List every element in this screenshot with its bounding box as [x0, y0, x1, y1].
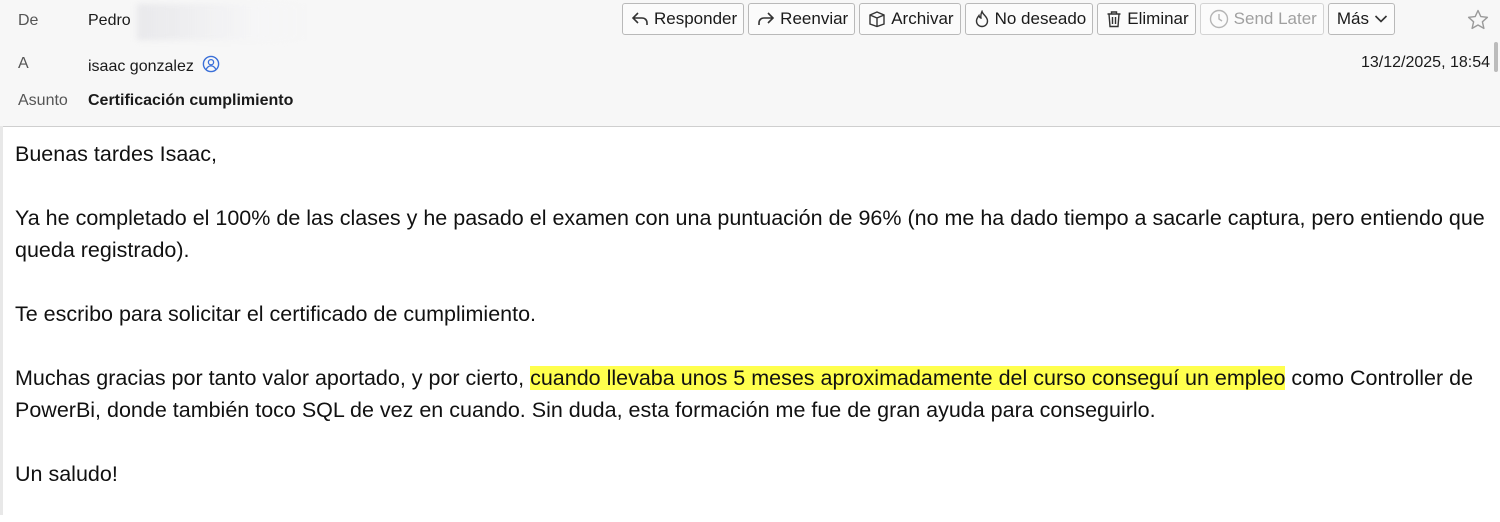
send-later-button[interactable]: Send Later: [1199, 3, 1324, 35]
paragraph-3-start: Muchas gracias por tanto valor aportado,…: [15, 366, 531, 390]
junk-label: No deseado: [994, 9, 1087, 28]
reply-icon: [631, 12, 648, 25]
message-header: De Pedro A isaac gonzalez Asunto Certifi…: [0, 0, 1500, 127]
subject-label: Asunto: [18, 92, 68, 109]
highlighted-text: cuando llevaba unos 5 meses aproximadame…: [530, 366, 1286, 390]
to-value[interactable]: isaac gonzalez: [88, 58, 194, 75]
greeting: Buenas tardes Isaac,: [15, 142, 217, 166]
subject-value: Certificación cumplimiento: [88, 92, 294, 109]
reply-button[interactable]: Responder: [622, 3, 745, 35]
paragraph-3: Muchas gracias por tanto valor aportado,…: [15, 362, 1495, 426]
redacted-sender-address: [137, 4, 307, 40]
to-field: isaac gonzalez: [88, 55, 220, 78]
paragraph-2: Te escribo para solicitar el certificado…: [15, 302, 537, 326]
flame-icon: [975, 10, 988, 28]
pane-divider: [0, 126, 3, 515]
message-date: 13/12/2025, 18:54: [1360, 54, 1490, 71]
from-value[interactable]: Pedro: [88, 12, 131, 30]
message-body: Buenas tardes Isaac, Ya he completado el…: [15, 138, 1495, 522]
to-label: A: [18, 55, 29, 72]
delete-button[interactable]: Eliminar: [1097, 3, 1196, 35]
forward-icon: [758, 12, 775, 25]
junk-button[interactable]: No deseado: [964, 3, 1094, 35]
forward-label: Reenviar: [780, 9, 849, 28]
reply-label: Responder: [654, 9, 738, 28]
message-toolbar: Responder Reenviar Archivar No deseado E…: [622, 3, 1395, 35]
closing: Un saludo!: [15, 462, 118, 486]
clock-icon: [1209, 9, 1228, 29]
contact-icon[interactable]: [202, 55, 220, 78]
chevron-down-icon: [1374, 15, 1388, 23]
archive-icon: [869, 11, 885, 28]
send-later-label: Send Later: [1233, 9, 1317, 28]
forward-button[interactable]: Reenviar: [748, 3, 856, 35]
archive-button[interactable]: Archivar: [859, 3, 961, 35]
archive-label: Archivar: [891, 9, 954, 28]
star-icon[interactable]: [1466, 8, 1490, 32]
paragraph-1: Ya he completado el 100% de las clases y…: [15, 206, 1485, 262]
trash-icon: [1107, 11, 1121, 28]
more-button[interactable]: Más: [1327, 3, 1395, 35]
more-label: Más: [1336, 9, 1369, 28]
delete-label: Eliminar: [1127, 9, 1189, 28]
from-label: De: [18, 12, 39, 29]
scrollbar[interactable]: [1494, 42, 1498, 72]
